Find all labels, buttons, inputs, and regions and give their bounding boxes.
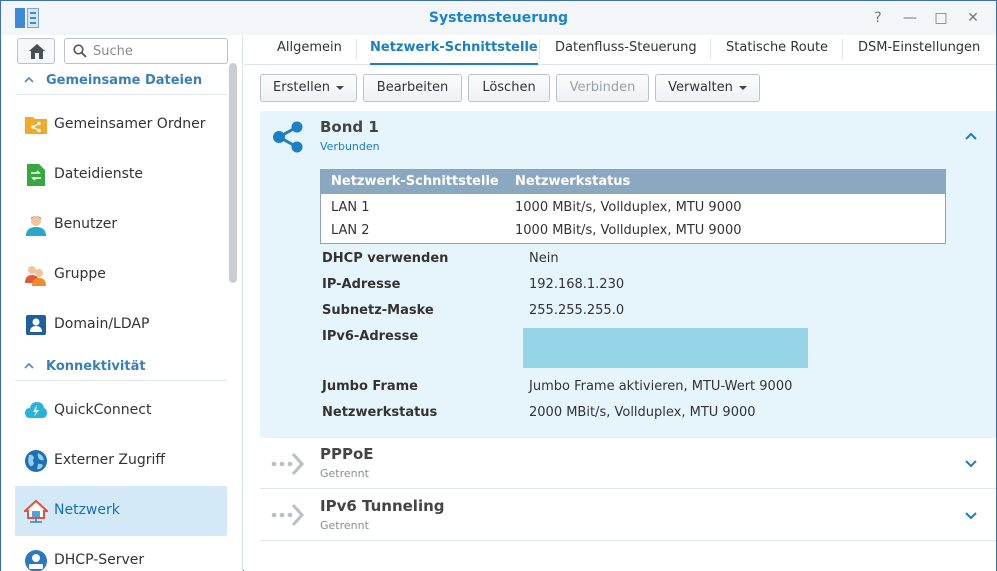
tab-general[interactable]: Allgemein xyxy=(277,35,342,65)
detail-value: 255.255.255.0 xyxy=(529,303,625,318)
interface-panel-pppoe[interactable]: PPPoE Getrennt xyxy=(260,438,996,489)
disconnected-arrow-icon xyxy=(271,452,305,476)
chevron-up-icon xyxy=(24,76,34,83)
create-button-label: Erstellen xyxy=(273,80,330,95)
sidebar-item-label: Netzwerk xyxy=(54,502,120,518)
sidebar-item-label: Dateidienste xyxy=(54,166,144,182)
sidebar-item-file-services[interactable]: Dateidienste xyxy=(15,150,227,200)
maximize-icon[interactable]: □ xyxy=(931,8,951,28)
section-label: Gemeinsame Dateien xyxy=(46,73,203,88)
tab-network-interface[interactable]: Netzwerk-Schnittstelle xyxy=(370,35,538,65)
detail-label: IPv6-Adresse xyxy=(322,329,419,344)
manage-button[interactable]: Verwalten xyxy=(655,74,760,102)
sidebar-item-network[interactable]: Netzwerk xyxy=(15,486,227,536)
table-cell: 1000 MBit/s, Vollduplex, MTU 9000 xyxy=(515,223,742,238)
table-cell: LAN 2 xyxy=(331,223,370,238)
interface-name: IPv6 Tunneling xyxy=(320,497,445,515)
tab-bar: Allgemein Netzwerk-Schnittstelle Datenfl… xyxy=(244,35,996,65)
sidebar-item-quickconnect[interactable]: QuickConnect xyxy=(15,386,227,436)
sidebar-item-label: Gemeinsamer Ordner xyxy=(54,116,206,132)
main-content: Allgemein Netzwerk-Schnittstelle Datenfl… xyxy=(244,35,996,571)
domain-ldap-icon xyxy=(26,315,46,335)
interface-name: Bond 1 xyxy=(320,118,379,136)
disconnected-arrow-icon xyxy=(271,503,305,527)
table-cell: 1000 MBit/s, Vollduplex, MTU 9000 xyxy=(515,200,742,215)
sidebar-item-external-access[interactable]: Externer Zugriff xyxy=(15,436,227,486)
interface-name: PPPoE xyxy=(320,445,374,463)
sidebar-item-label: Benutzer xyxy=(54,216,118,232)
connect-button[interactable]: Verbinden xyxy=(556,74,649,102)
sidebar-item-label: Externer Zugriff xyxy=(54,452,166,468)
delete-button[interactable]: Löschen xyxy=(468,74,550,102)
sidebar-item-dhcp-server[interactable]: DHCP-Server xyxy=(15,536,227,571)
file-services-icon xyxy=(27,164,45,186)
section-shared-files[interactable]: Gemeinsame Dateien xyxy=(15,67,227,95)
section-label: Konnektivität xyxy=(46,359,146,374)
edit-button[interactable]: Bearbeiten xyxy=(363,74,462,102)
minimize-icon[interactable]: — xyxy=(900,8,920,28)
search-box[interactable] xyxy=(64,38,228,64)
detail-value: Nein xyxy=(529,251,559,266)
manage-button-label: Verwalten xyxy=(668,80,733,95)
search-input[interactable] xyxy=(93,42,223,60)
detail-label: IP-Adresse xyxy=(322,277,401,292)
sidebar-item-label: Gruppe xyxy=(54,266,106,282)
tab-dsm-settings[interactable]: DSM-Einstellungen xyxy=(858,35,980,65)
close-icon[interactable]: ✕ xyxy=(963,8,983,28)
detail-value: Jumbo Frame aktivieren, MTU-Wert 9000 xyxy=(529,379,793,394)
chevron-up-icon[interactable] xyxy=(964,129,978,143)
globe-icon xyxy=(25,450,47,472)
chevron-up-icon xyxy=(24,362,34,369)
chevron-down-icon[interactable] xyxy=(964,508,978,522)
create-button[interactable]: Erstellen xyxy=(260,74,357,102)
group-icon xyxy=(25,266,46,286)
sidebar-item-label: Domain/LDAP xyxy=(54,316,150,332)
sidebar-scrollbar[interactable] xyxy=(229,63,237,283)
caret-down-icon xyxy=(738,85,747,90)
user-icon xyxy=(26,216,46,236)
network-house-icon xyxy=(24,499,48,523)
home-button[interactable] xyxy=(17,38,55,64)
detail-label: Subnetz-Maske xyxy=(322,303,434,318)
detail-value: 2000 MBit/s, Vollduplex, MTU 9000 xyxy=(529,405,756,420)
detail-label: Netzwerkstatus xyxy=(322,405,438,420)
sidebar-item-label: DHCP-Server xyxy=(54,552,145,568)
shared-folder-icon xyxy=(25,117,47,134)
interface-table: Netzwerk-Schnittstelle Netzwerkstatus LA… xyxy=(320,169,946,244)
control-panel-window: Systemsteuerung ? — □ ✕ Gemeinsame Dat xyxy=(0,0,997,571)
help-icon[interactable]: ? xyxy=(868,8,888,28)
interface-panel-ipv6-tunneling[interactable]: IPv6 Tunneling Getrennt xyxy=(260,490,996,541)
interface-panel-bond[interactable]: Bond 1 Verbunden Netzwerk-Schnittstelle … xyxy=(260,111,996,438)
caret-down-icon xyxy=(335,85,344,90)
bond-share-icon xyxy=(273,121,303,153)
home-icon xyxy=(29,44,45,59)
interface-status: Getrennt xyxy=(320,467,369,480)
sidebar-item-label: QuickConnect xyxy=(54,402,152,418)
table-cell: LAN 1 xyxy=(331,200,370,215)
detail-value: 192.168.1.230 xyxy=(529,277,625,292)
interface-status: Getrennt xyxy=(320,519,369,532)
table-header: Netzwerk-Schnittstelle Netzwerkstatus xyxy=(321,170,945,194)
column-header: Netzwerkstatus xyxy=(515,174,631,189)
title-bar[interactable]: Systemsteuerung ? — □ ✕ xyxy=(1,1,996,35)
sidebar-item-domain-ldap[interactable]: Domain/LDAP xyxy=(15,300,227,350)
sidebar-item-group[interactable]: Gruppe xyxy=(15,250,227,300)
sidebar: Gemeinsame Dateien Gemeinsamer Ordner Da… xyxy=(1,35,243,571)
quickconnect-icon xyxy=(25,402,47,418)
column-header: Netzwerk-Schnittstelle xyxy=(331,174,499,189)
detail-label: DHCP verwenden xyxy=(322,251,449,266)
search-icon xyxy=(73,44,87,58)
dhcp-server-icon xyxy=(25,550,47,571)
tab-traffic-control[interactable]: Datenfluss-Steuerung xyxy=(555,35,697,65)
tab-static-route[interactable]: Statische Route xyxy=(726,35,828,65)
chevron-down-icon[interactable] xyxy=(964,456,978,470)
sidebar-item-user[interactable]: Benutzer xyxy=(15,200,227,250)
interface-status: Verbunden xyxy=(320,140,380,153)
detail-label: Jumbo Frame xyxy=(322,379,418,394)
sidebar-item-shared-folder[interactable]: Gemeinsamer Ordner xyxy=(15,100,227,150)
window-title: Systemsteuerung xyxy=(428,10,569,26)
section-connectivity[interactable]: Konnektivität xyxy=(15,353,227,381)
ipv6-address-redacted xyxy=(523,328,808,368)
